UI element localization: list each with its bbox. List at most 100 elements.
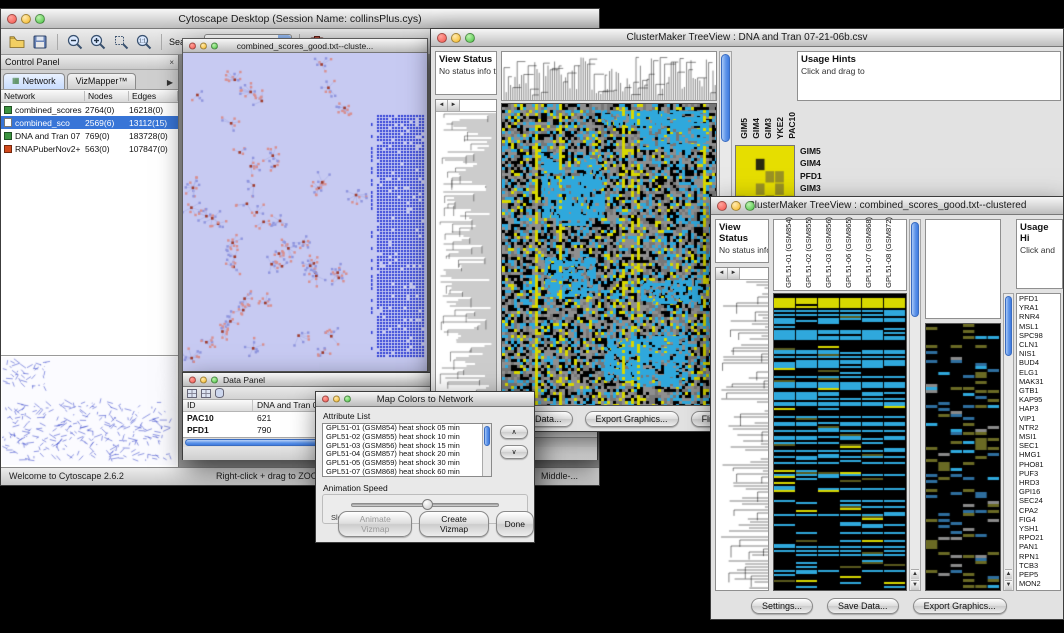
save-session-icon[interactable]: [30, 32, 50, 52]
gene-label[interactable]: KAP95: [1019, 395, 1060, 404]
gene-label[interactable]: ELG1: [1019, 368, 1060, 377]
network-table-header[interactable]: Network Nodes Edges: [1, 90, 178, 103]
animate-vizmap-button[interactable]: Animate Vizmap: [338, 511, 412, 537]
row-dendrogram-panel[interactable]: ◄ ►: [435, 99, 497, 405]
scrollbar-thumb[interactable]: [484, 426, 490, 446]
attribute-listbox[interactable]: GPL51-01 (GSM854) heat shock 05 minGPL51…: [322, 423, 492, 477]
vertical-scrollbar[interactable]: ▲ ▼: [1003, 293, 1014, 591]
gene-label[interactable]: MAK31: [1019, 377, 1060, 386]
gene-label[interactable]: MSI1: [1019, 432, 1060, 441]
scrollbar-thumb[interactable]: [721, 54, 730, 142]
gene-label[interactable]: FIG4: [1019, 515, 1060, 524]
zoom-out-icon[interactable]: [65, 32, 85, 52]
speed-slider[interactable]: [351, 503, 499, 507]
gene-label[interactable]: CPA2: [1019, 506, 1060, 515]
heatmap-panel[interactable]: [773, 293, 907, 591]
gene-label[interactable]: RPO21: [1019, 533, 1060, 542]
gene-label[interactable]: RPN1: [1019, 552, 1060, 561]
gene-label[interactable]: CLN1: [1019, 340, 1060, 349]
zoom-window-icon[interactable]: [465, 33, 475, 43]
heatmap-canvas[interactable]: [502, 104, 716, 405]
minimize-icon[interactable]: [451, 33, 461, 43]
move-down-button[interactable]: ∨: [500, 445, 528, 459]
done-button[interactable]: Done: [496, 511, 534, 537]
dendrogram-scrollbar[interactable]: ◄ ►: [436, 100, 496, 112]
select-attributes-icon[interactable]: [187, 389, 197, 398]
scrollbar-thumb[interactable]: [1005, 296, 1012, 356]
gene-label[interactable]: TCB3: [1019, 561, 1060, 570]
gene-label[interactable]: PFD1: [1019, 294, 1060, 303]
heatmap-canvas[interactable]: [774, 294, 906, 590]
vertical-scrollbar[interactable]: [482, 424, 491, 476]
secondary-heatmap-canvas[interactable]: [926, 324, 1000, 590]
treeview-titlebar[interactable]: ClusterMaker TreeView : DNA and Tran 07-…: [431, 29, 1063, 47]
tab-vizmapper[interactable]: VizMapper™: [67, 73, 137, 89]
network-canvas[interactable]: [183, 53, 427, 371]
minimize-icon[interactable]: [21, 14, 31, 24]
zoom-window-icon[interactable]: [211, 42, 218, 49]
close-icon[interactable]: [437, 33, 447, 43]
minimize-icon[interactable]: [200, 376, 207, 383]
vertical-scrollbar[interactable]: ▲ ▼: [909, 219, 921, 591]
network-overview-panel[interactable]: [1, 355, 178, 467]
export-graphics-button[interactable]: Export Graphics...: [585, 411, 679, 427]
gene-label[interactable]: SPC98: [1019, 331, 1060, 340]
heatmap-panel[interactable]: [501, 103, 717, 406]
network-row[interactable]: combined_scores2764(0)16218(0): [1, 103, 178, 116]
gene-label[interactable]: PUF3: [1019, 469, 1060, 478]
zoom-in-icon[interactable]: [88, 32, 108, 52]
dendrogram-scrollbar[interactable]: ◄ ►: [716, 268, 768, 280]
minimize-icon[interactable]: [333, 396, 340, 403]
close-icon[interactable]: [7, 14, 17, 24]
gene-label[interactable]: MSL1: [1019, 322, 1060, 331]
gene-label[interactable]: MON2: [1019, 579, 1060, 588]
gene-label[interactable]: YRA1: [1019, 303, 1060, 312]
network-row[interactable]: combined_sco2569(6)13112(15): [1, 116, 178, 129]
zoom-selected-icon[interactable]: [111, 32, 131, 52]
close-panel-icon[interactable]: ×: [169, 58, 174, 67]
minimize-icon[interactable]: [200, 42, 207, 49]
settings-button[interactable]: Settings...: [751, 598, 813, 614]
column-header[interactable]: Edges: [129, 91, 178, 101]
zoom-window-icon[interactable]: [344, 396, 351, 403]
zoom-window-icon[interactable]: [35, 14, 45, 24]
network-row[interactable]: DNA and Tran 07769(0)183728(0): [1, 129, 178, 142]
zoom-window-icon[interactable]: [745, 201, 755, 211]
dialog-titlebar[interactable]: Map Colors to Network: [316, 392, 534, 407]
gene-label[interactable]: HMG1: [1019, 450, 1060, 459]
row-dendrogram-panel[interactable]: ◄ ►: [715, 267, 769, 591]
open-session-icon[interactable]: [7, 32, 27, 52]
row-dendrogram-canvas[interactable]: [716, 280, 768, 589]
secondary-heatmap-panel[interactable]: [925, 323, 1001, 591]
gene-label[interactable]: SEC24: [1019, 496, 1060, 505]
network-row[interactable]: RNAPuberNov2+563(0)107847(0): [1, 142, 178, 155]
move-up-button[interactable]: ∧: [500, 425, 528, 439]
attribute-item[interactable]: GPL51-07 (GSM868) heat shock 60 min: [324, 468, 481, 477]
zoom-window-icon[interactable]: [211, 376, 218, 383]
close-icon[interactable]: [322, 396, 329, 403]
tab-overflow-icon[interactable]: ▶: [164, 78, 176, 89]
scroll-up-icon[interactable]: ▲: [911, 569, 919, 579]
network-overview-thumbnail[interactable]: [2, 357, 176, 465]
save-data-button[interactable]: Save Data...: [827, 598, 899, 614]
gene-label[interactable]: YSH1: [1019, 524, 1060, 533]
gene-label[interactable]: VIP1: [1019, 414, 1060, 423]
row-dendrogram-canvas[interactable]: [436, 112, 496, 404]
scroll-down-icon[interactable]: ▼: [1005, 580, 1012, 590]
column-header[interactable]: Network: [1, 91, 85, 101]
create-attribute-icon[interactable]: [201, 389, 211, 398]
gene-label[interactable]: PEP5: [1019, 570, 1060, 579]
close-icon[interactable]: [717, 201, 727, 211]
scroll-up-icon[interactable]: ▲: [1005, 569, 1012, 579]
gene-label[interactable]: RNR4: [1019, 312, 1060, 321]
zoom-fit-icon[interactable]: 1:1: [134, 32, 154, 52]
column-dendrogram-canvas[interactable]: [502, 52, 716, 100]
export-graphics-button[interactable]: Export Graphics...: [913, 598, 1007, 614]
import-attributes-icon[interactable]: [215, 388, 224, 398]
minimize-icon[interactable]: [731, 201, 741, 211]
gene-label[interactable]: HAP3: [1019, 404, 1060, 413]
scroll-right-icon[interactable]: ►: [728, 268, 740, 279]
scroll-down-icon[interactable]: ▼: [911, 580, 919, 590]
cytoscape-titlebar[interactable]: Cytoscape Desktop (Session Name: collins…: [1, 9, 599, 29]
close-icon[interactable]: [189, 376, 196, 383]
